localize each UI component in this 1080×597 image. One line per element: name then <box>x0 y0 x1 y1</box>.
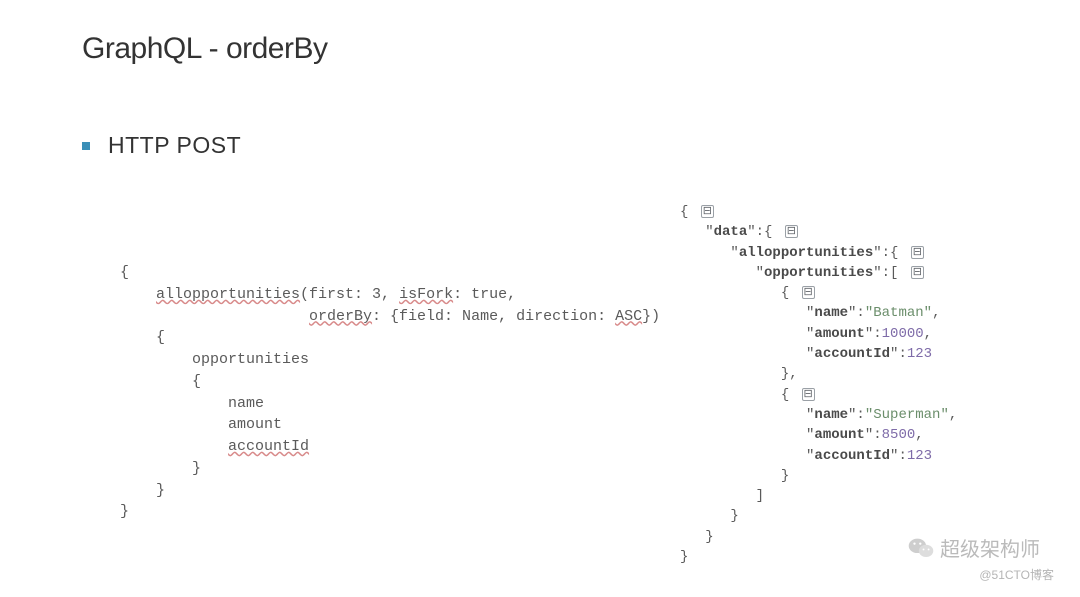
json-key: data <box>714 224 748 240</box>
code-token: " <box>680 326 814 342</box>
code-token: ] <box>680 488 764 504</box>
code-line: } <box>120 460 201 477</box>
bullet-square-icon <box>82 142 90 150</box>
code-token: " <box>680 265 764 281</box>
code-token: ":{ <box>873 245 907 261</box>
collapse-icon[interactable]: ⊟ <box>802 286 815 299</box>
wechat-watermark-text: 超级架构师 <box>940 533 1040 562</box>
wechat-icon <box>908 537 934 559</box>
code-token: " <box>680 305 814 321</box>
json-key: amount <box>814 427 864 443</box>
code-token: ": <box>848 407 865 423</box>
code-token: { <box>680 285 798 301</box>
code-token: , <box>932 305 940 321</box>
code-line <box>120 308 309 325</box>
code-token: ": <box>865 427 882 443</box>
bullet-text: HTTP POST <box>108 132 241 159</box>
code-token: " <box>680 448 814 464</box>
code-line: name <box>120 395 264 412</box>
code-token: allopportunities <box>156 286 300 303</box>
wechat-watermark: 超级架构师 <box>908 533 1040 562</box>
code-token: , <box>915 427 923 443</box>
json-number: 10000 <box>882 326 924 342</box>
bullet-item: HTTP POST <box>82 132 241 159</box>
code-token: " <box>680 224 714 240</box>
code-token: : {field: Name, direction: <box>372 308 615 325</box>
json-number: 123 <box>907 346 932 362</box>
code-token: " <box>680 407 814 423</box>
code-token: ": <box>890 346 907 362</box>
json-key: opportunities <box>764 265 873 281</box>
code-token: " <box>680 427 814 443</box>
code-line: { <box>120 329 165 346</box>
json-key: accountId <box>814 346 890 362</box>
json-key: allopportunities <box>739 245 873 261</box>
code-token: " <box>680 346 814 362</box>
collapse-icon[interactable]: ⊟ <box>911 266 924 279</box>
code-line: } <box>120 482 165 499</box>
graphql-query-code: { allopportunities(first: 3, isFork: tru… <box>120 262 660 523</box>
code-token: " <box>680 245 739 261</box>
code-token: ":[ <box>873 265 907 281</box>
json-number: 123 <box>907 448 932 464</box>
collapse-icon[interactable]: ⊟ <box>701 205 714 218</box>
code-line <box>120 286 156 303</box>
code-token: ": <box>865 326 882 342</box>
code-token: : true, <box>453 286 516 303</box>
json-number: 8500 <box>882 427 916 443</box>
json-string: "Batman" <box>865 305 932 321</box>
code-line: opportunities <box>120 351 309 368</box>
code-line <box>120 438 228 455</box>
code-token: isFork <box>399 286 453 303</box>
collapse-icon[interactable]: ⊟ <box>785 225 798 238</box>
code-token: , <box>949 407 957 423</box>
code-token: ": <box>890 448 907 464</box>
code-token: , <box>924 326 932 342</box>
json-key: name <box>814 407 848 423</box>
code-token: ASC <box>615 308 642 325</box>
code-token: { <box>680 204 697 220</box>
collapse-icon[interactable]: ⊟ <box>911 246 924 259</box>
code-token: { <box>680 387 798 403</box>
code-token: ":{ <box>747 224 781 240</box>
code-token: accountId <box>228 438 309 455</box>
code-line: { <box>120 373 201 390</box>
json-string: "Superman" <box>865 407 949 423</box>
json-key: amount <box>814 326 864 342</box>
json-response-code: { ⊟ "data":{ ⊟ "allopportunities":{ ⊟ "o… <box>680 202 957 567</box>
code-token: } <box>680 549 688 565</box>
code-line: { <box>120 264 129 281</box>
json-key: accountId <box>814 448 890 464</box>
json-key: name <box>814 305 848 321</box>
code-line: } <box>120 503 129 520</box>
code-token: ": <box>848 305 865 321</box>
collapse-icon[interactable]: ⊟ <box>802 388 815 401</box>
blog-watermark: @51CTO博客 <box>979 566 1054 583</box>
code-token: }, <box>680 366 798 382</box>
code-token: } <box>680 468 789 484</box>
code-token: orderBy <box>309 308 372 325</box>
code-token: (first: 3, <box>300 286 399 303</box>
code-token: }) <box>642 308 660 325</box>
code-token: } <box>680 529 714 545</box>
code-line: amount <box>120 416 282 433</box>
slide-title: GraphQL - orderBy <box>82 32 328 66</box>
code-token: } <box>680 508 739 524</box>
